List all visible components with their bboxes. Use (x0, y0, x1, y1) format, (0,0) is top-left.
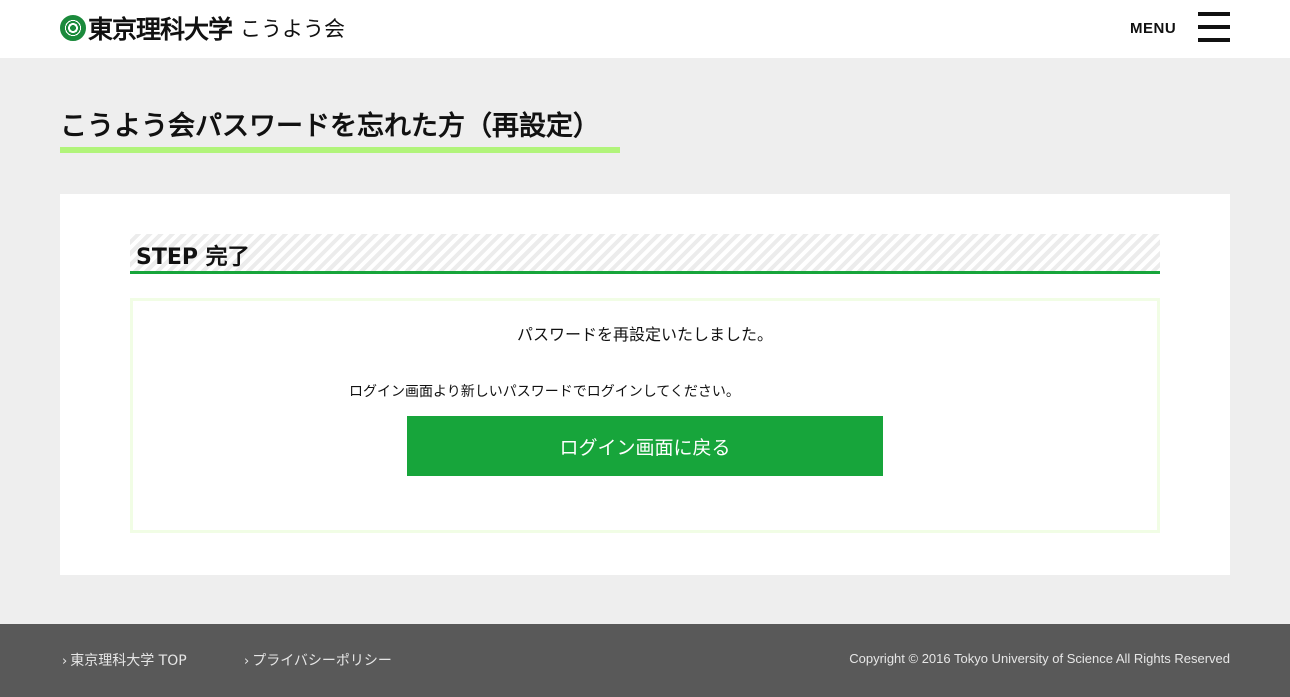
copyright-text: Copyright © 2016 Tokyo University of Sci… (849, 651, 1230, 666)
step-heading: STEP 完了 (130, 234, 1160, 274)
completion-message-box: パスワードを再設定いたしました。 ログイン画面より新しいパスワードでログインして… (130, 298, 1160, 533)
footer-link-privacy-policy[interactable]: › プライバシーポリシー (244, 650, 392, 670)
login-instruction: ログイン画面より新しいパスワードでログインしてください。 (349, 384, 740, 400)
hamburger-bar (1198, 12, 1230, 16)
back-to-login-button[interactable]: ログイン画面に戻る (407, 416, 883, 476)
main-card: STEP 完了 パスワードを再設定いたしました。 ログイン画面より新しいパスワー… (60, 194, 1230, 575)
footer-link-label: 東京理科大学 TOP (70, 653, 187, 669)
title-underline (60, 147, 620, 153)
logo-university-name: 東京理科大学 (88, 15, 233, 44)
page-title: こうよう会パスワードを忘れた方（再設定） (60, 111, 600, 142)
hamburger-bar (1198, 25, 1230, 29)
completion-message: パスワードを再設定いたしました。 (516, 325, 773, 344)
chevron-right-icon: › (244, 654, 250, 669)
footer-link-label: プライバシーポリシー (252, 653, 392, 669)
step-label: STEP 完了 (136, 245, 250, 270)
site-logo[interactable]: 東京理科大学 こうよう会 (60, 12, 345, 44)
footer-link-university-top[interactable]: › 東京理科大学 TOP (62, 650, 187, 670)
hamburger-bar (1198, 38, 1230, 42)
menu-label[interactable]: MENU (1130, 20, 1176, 37)
logo-subtitle: こうよう会 (240, 17, 346, 41)
hamburger-menu-icon[interactable] (1198, 12, 1230, 42)
logo-emblem-icon (60, 15, 86, 41)
site-footer: › 東京理科大学 TOP › プライバシーポリシー Copyright © 2016… (0, 624, 1290, 697)
site-header: 東京理科大学 こうよう会 MENU (0, 0, 1290, 58)
chevron-right-icon: › (62, 654, 68, 669)
